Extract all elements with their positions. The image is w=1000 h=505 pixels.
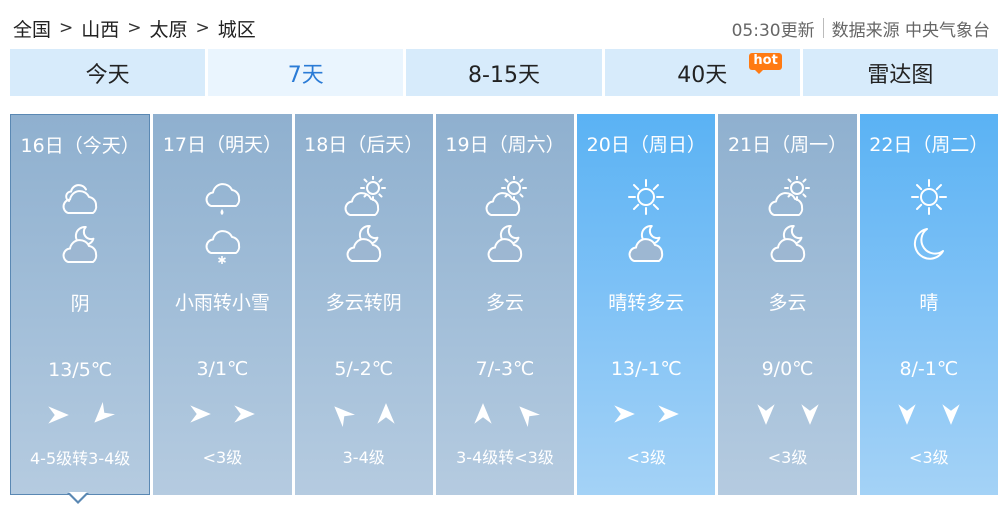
hot-badge: hot — [749, 53, 782, 74]
wind-arrow-icon — [234, 405, 256, 423]
data-source: 数据来源 中央气象台 — [831, 20, 990, 41]
wind-directions — [295, 401, 433, 427]
wind-level: 4-5级转3-4级 — [30, 449, 131, 468]
partly-cloudy-night-icon — [340, 223, 388, 265]
wind-arrow-icon — [474, 403, 492, 424]
wind-arrow-icon — [756, 404, 775, 425]
weather-description: 阴 — [70, 293, 90, 315]
day-date: 20日（周日） — [586, 134, 706, 156]
day-date: 19日（周六） — [445, 134, 565, 156]
wind-level: 3-4级 — [342, 448, 385, 467]
partly-cloudy-day-icon — [340, 175, 388, 218]
breadcrumb-separator: > — [59, 18, 74, 38]
tab-3[interactable]: 40天 hot — [604, 49, 800, 96]
partly-cloudy-day-icon — [481, 175, 529, 218]
wind-level: <3级 — [767, 448, 808, 467]
tab-label: 今天 — [85, 62, 130, 88]
clear-night-icon — [905, 223, 953, 265]
day-date: 16日（今天） — [20, 135, 140, 157]
wind-level: <3级 — [202, 448, 243, 467]
day-date: 22日（周二） — [869, 134, 989, 156]
selected-day-pointer — [67, 492, 89, 504]
partly-cloudy-day-icon — [764, 175, 812, 218]
divider — [822, 18, 824, 38]
wind-level: <3级 — [909, 448, 949, 467]
forecast-tabs: 今天 7天 8-15天 40天 hot 雷达图 — [10, 49, 999, 96]
wind-directions — [860, 401, 998, 427]
partly-cloudy-night-icon — [764, 223, 812, 265]
wind-level: 3-4级转<3级 — [456, 448, 554, 467]
temperature-range: 5/-2℃ — [334, 358, 394, 380]
cloudy-icon — [56, 177, 104, 219]
weather-description: 小雨转小雪 — [174, 292, 270, 314]
wind-arrow-icon — [942, 404, 960, 425]
partly-cloudy-night-icon — [622, 223, 670, 265]
wind-directions — [718, 401, 856, 427]
temperature-range: 13/-1℃ — [610, 358, 682, 380]
wind-directions — [577, 401, 715, 427]
wind-arrow-icon — [190, 405, 212, 423]
wind-directions — [11, 402, 149, 428]
weather-description: 多云 — [768, 292, 807, 314]
tab-label: 7天 — [287, 62, 324, 88]
temperature-range: 9/0℃ — [761, 358, 814, 380]
weather-description: 多云转阴 — [325, 292, 402, 314]
day-card[interactable]: 22日（周二） 晴 8/-1℃ <3级 — [859, 114, 998, 495]
weather-description: 晴 — [919, 292, 939, 314]
sunny-icon — [622, 176, 670, 218]
temperature-range: 3/1℃ — [196, 358, 249, 380]
day-card[interactable]: 19日（周六） 多云 7/-3℃ 3-4级转<3级 — [435, 114, 575, 495]
wind-arrow-icon — [48, 406, 69, 424]
light-snow-icon — [198, 223, 246, 265]
temperature-range: 7/-3℃ — [475, 358, 535, 380]
wind-arrow-icon — [519, 406, 540, 427]
partly-cloudy-night-icon — [56, 224, 104, 266]
wind-arrow-icon — [800, 404, 819, 425]
day-card[interactable]: 21日（周一） 多云 9/0℃ <3级 — [718, 114, 857, 495]
wind-arrow-icon — [334, 406, 355, 427]
partly-cloudy-night-icon — [481, 223, 529, 265]
day-date: 21日（周一） — [727, 134, 848, 156]
tab-label: 8-15天 — [468, 62, 540, 88]
wind-arrow-icon — [658, 405, 680, 423]
breadcrumb-city[interactable]: 太原 — [150, 15, 188, 42]
seven-day-forecast: 16日（今天） 阴 13/5℃ 4-5级转3-4级 17日（明天） 小雨转小雪 3/1℃ <3… — [10, 114, 998, 495]
temperature-range: 8/-1℃ — [899, 358, 959, 380]
wind-arrow-icon — [898, 404, 916, 425]
light-rain-icon — [198, 176, 246, 218]
day-card[interactable]: 20日（周日） 晴转多云 13/-1℃ <3级 — [577, 114, 716, 495]
weather-description: 多云 — [485, 292, 524, 314]
day-date: 17日（明天） — [162, 134, 283, 156]
wind-level: <3级 — [626, 448, 667, 467]
breadcrumb-district: 城区 — [217, 18, 256, 41]
wind-arrow-icon — [94, 402, 116, 423]
wind-directions — [436, 401, 574, 427]
weather-description: 晴转多云 — [608, 292, 685, 314]
day-card[interactable]: 16日（今天） 阴 13/5℃ 4-5级转3-4级 — [10, 114, 151, 495]
breadcrumb-separator: > — [195, 18, 210, 38]
tab-label: 雷达图 — [867, 62, 934, 88]
breadcrumb: 全国 > 山西 > 太原 > 城区 — [13, 15, 256, 41]
wind-directions — [153, 401, 291, 427]
day-card[interactable]: 18日（后天） 多云转阴 5/-2℃ 3-4级 — [294, 114, 433, 495]
tab-label: 40天 — [677, 62, 728, 88]
wind-arrow-icon — [377, 403, 395, 424]
breadcrumb-separator: > — [127, 18, 142, 38]
tab-0[interactable]: 今天 — [10, 49, 206, 96]
tab-2[interactable]: 8-15天 — [406, 49, 602, 96]
tab-1[interactable]: 7天 — [208, 49, 404, 96]
wind-arrow-icon — [614, 405, 636, 423]
breadcrumb-province[interactable]: 山西 — [81, 15, 119, 42]
day-date: 18日（后天） — [304, 134, 424, 156]
update-info: 05:30更新 数据来源 中央气象台 — [732, 15, 990, 41]
breadcrumb-country[interactable]: 全国 — [13, 15, 51, 42]
tab-4[interactable]: 雷达图 — [802, 49, 999, 96]
day-card[interactable]: 17日（明天） 小雨转小雪 3/1℃ <3级 — [153, 114, 292, 495]
temperature-range: 13/5℃ — [48, 359, 113, 381]
update-time: 05:30更新 — [731, 20, 815, 41]
sunny-icon — [905, 176, 953, 218]
